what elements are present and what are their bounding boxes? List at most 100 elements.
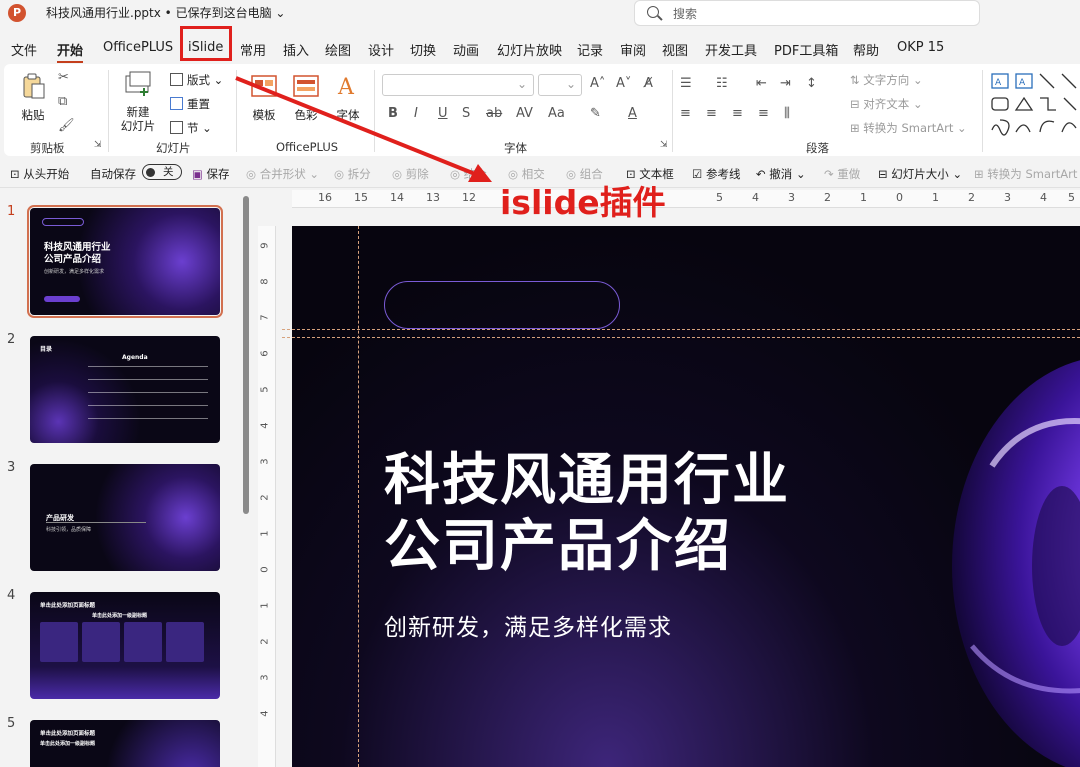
tab-developer[interactable]: 开发工具 — [705, 40, 757, 59]
thumbnail-title: 科技风通用行业 公司产品介绍 — [44, 242, 111, 265]
numbering-icon[interactable]: ☷ — [716, 76, 728, 91]
tab-view[interactable]: 视图 — [662, 40, 688, 59]
tab-common[interactable]: 常用 — [240, 40, 266, 59]
color-button[interactable]: 色彩 — [288, 72, 324, 123]
slide-thumbnail-5[interactable]: 单击此处添加页面标题 单击此处添加一级副标题 — [30, 720, 220, 767]
redo-button[interactable]: ↷ 重做 — [824, 166, 860, 182]
slide-title[interactable]: 科技风通用行业 公司产品介绍 — [384, 448, 884, 580]
tab-animations[interactable]: 动画 — [453, 40, 479, 59]
slide-thumbnail-3[interactable]: 产品研发 科技引领，品质保障 — [30, 464, 220, 571]
thumbnail-number: 4 — [7, 588, 16, 603]
change-case-icon[interactable]: Aa — [548, 106, 565, 121]
undo-icon: ↶ — [756, 167, 766, 181]
tab-transitions[interactable]: 切换 — [410, 40, 436, 59]
ruler-label: 1 — [259, 530, 271, 537]
convert-smartart-qat-button[interactable]: ⊞ 转换为 SmartArt — [974, 166, 1077, 182]
slide-pill-shape[interactable] — [384, 281, 620, 329]
tab-help[interactable]: 帮助 — [853, 40, 879, 59]
thumbnail-subtitle: 单击此处添加一级副标题 — [92, 613, 148, 619]
tab-insert[interactable]: 插入 — [283, 40, 309, 59]
format-painter-icon[interactable]: 🖌 — [58, 118, 75, 133]
highlight-icon[interactable]: ✎ — [590, 106, 601, 121]
dialog-launcher-icon[interactable]: ⇲ — [94, 140, 102, 150]
ruler-label: 5 — [259, 386, 271, 393]
clear-format-icon[interactable]: A̸ — [644, 76, 653, 91]
increase-indent-icon[interactable]: ⇥ — [780, 76, 791, 91]
columns-icon[interactable]: ⫼ — [784, 106, 790, 121]
align-right-icon[interactable]: ≡ — [732, 106, 743, 121]
layout-button[interactable]: 版式 ⌄ — [170, 72, 223, 88]
copy-icon[interactable]: ⧉ — [58, 94, 67, 109]
slide-canvas[interactable]: 科技风通用行业 公司产品介绍 创新研发，满足多样化需求 — [292, 226, 1080, 767]
tab-slideshow[interactable]: 幻灯片放映 — [497, 40, 562, 59]
grow-font-icon[interactable]: A˄ — [590, 76, 605, 91]
combine-button[interactable]: ◎ 结合 — [450, 166, 487, 182]
tab-design[interactable]: 设计 — [368, 40, 394, 59]
cut-icon[interactable]: ✂ — [58, 70, 69, 85]
shadow-icon[interactable]: S — [462, 106, 470, 121]
tab-officeplus[interactable]: OfficePLUS — [103, 40, 173, 55]
reset-button[interactable]: 重置 — [170, 96, 210, 112]
subtract-button[interactable]: ◎ 剪除 — [392, 166, 429, 182]
thumbnail-subtitle: 单击此处添加一级副标题 — [40, 741, 96, 747]
tab-okp[interactable]: OKP 15 — [897, 40, 944, 55]
paste-button[interactable]: 粘贴 — [16, 72, 50, 123]
dialog-launcher-icon[interactable]: ⇲ — [660, 140, 668, 150]
italic-icon[interactable]: I — [414, 106, 418, 121]
text-direction-button[interactable]: ⇅ 文字方向 ⌄ — [850, 72, 923, 88]
slide-thumbnail-2[interactable]: 目录 Agenda — [30, 336, 220, 443]
tab-review[interactable]: 审阅 — [620, 40, 646, 59]
search-box[interactable]: 搜索 — [634, 0, 980, 26]
bullets-icon[interactable]: ☰ — [680, 76, 692, 91]
bold-icon[interactable]: B — [388, 106, 398, 121]
slide-thumbnail-1[interactable]: 科技风通用行业 公司产品介绍 创新研发，满足多样化需求 — [27, 205, 223, 318]
horizontal-guide[interactable] — [282, 329, 1080, 330]
font-size-select[interactable]: ⌄ — [538, 74, 582, 96]
tab-home[interactable]: 开始 — [57, 40, 84, 63]
font-color-icon[interactable]: A — [628, 106, 637, 121]
start-from-beginning-button[interactable]: ⊡ 从头开始 — [10, 166, 69, 182]
autosave-toggle[interactable]: 关 — [138, 164, 182, 180]
section-button[interactable]: 节 ⌄ — [170, 120, 212, 136]
tab-draw[interactable]: 绘图 — [325, 40, 351, 59]
char-spacing-icon[interactable]: AV — [516, 106, 533, 121]
underline-icon[interactable]: U — [438, 106, 448, 121]
font-theme-button[interactable]: A 字体 — [330, 72, 366, 123]
font-family-select[interactable]: ⌄ — [382, 74, 534, 96]
tab-pdf-tools[interactable]: PDF工具箱 — [774, 40, 838, 59]
layout-icon — [170, 73, 183, 86]
template-button[interactable]: 模板 — [246, 72, 282, 123]
line-spacing-icon[interactable]: ↕ — [806, 76, 817, 91]
save-button[interactable]: ▣ 保存 — [192, 166, 230, 182]
decrease-indent-icon[interactable]: ⇤ — [756, 76, 767, 91]
new-slide-button[interactable]: 新建 幻灯片 — [114, 70, 162, 133]
align-left-icon[interactable]: ≡ — [680, 106, 691, 121]
thumbnail-scrollbar[interactable] — [243, 196, 249, 514]
shrink-font-icon[interactable]: A˅ — [616, 76, 631, 91]
align-text-button[interactable]: ⊟ 对齐文本 ⌄ — [850, 96, 923, 112]
fragment-button[interactable]: ◎ 拆分 — [334, 166, 371, 182]
justify-icon[interactable]: ≡ — [758, 106, 769, 121]
slide-subtitle[interactable]: 创新研发，满足多样化需求 — [384, 608, 672, 642]
vertical-guide[interactable] — [358, 226, 359, 767]
powerpoint-app-icon[interactable]: P — [8, 4, 26, 22]
document-title[interactable]: 科技风通用行业.pptx • 已保存到这台电脑 ⌄ — [46, 4, 285, 21]
tab-record[interactable]: 记录 — [577, 40, 603, 59]
guides-checkbox[interactable]: ☑ 参考线 — [692, 166, 740, 182]
thumbnail-title: 目录 — [40, 346, 53, 353]
separator — [672, 70, 673, 152]
thumbnail-button-shape — [44, 296, 80, 302]
slide-thumbnail-4[interactable]: 单击此处添加页面标题 单击此处添加一级副标题 — [30, 592, 220, 699]
align-center-icon[interactable]: ≡ — [706, 106, 717, 121]
merge-shapes-button[interactable]: ◎ 合并形状 ⌄ — [246, 166, 319, 182]
title-bar: P 科技风通用行业.pptx • 已保存到这台电脑 ⌄ 搜索 — [0, 0, 1080, 34]
horizontal-guide[interactable] — [282, 337, 1080, 338]
undo-button[interactable]: ↶ 撤消 ⌄ — [756, 166, 806, 182]
shapes-gallery[interactable]: A A — [988, 70, 1080, 142]
tab-file[interactable]: 文件 — [11, 40, 37, 59]
strikethrough-icon[interactable]: ab — [486, 106, 502, 121]
convert-smartart-button[interactable]: ⊞ 转换为 SmartArt ⌄ — [850, 120, 967, 136]
slide-title-line: 公司产品介绍 — [384, 514, 732, 579]
ruler-label: 1 — [932, 191, 939, 204]
slide-size-button[interactable]: ⊟ 幻灯片大小 ⌄ — [878, 166, 962, 182]
